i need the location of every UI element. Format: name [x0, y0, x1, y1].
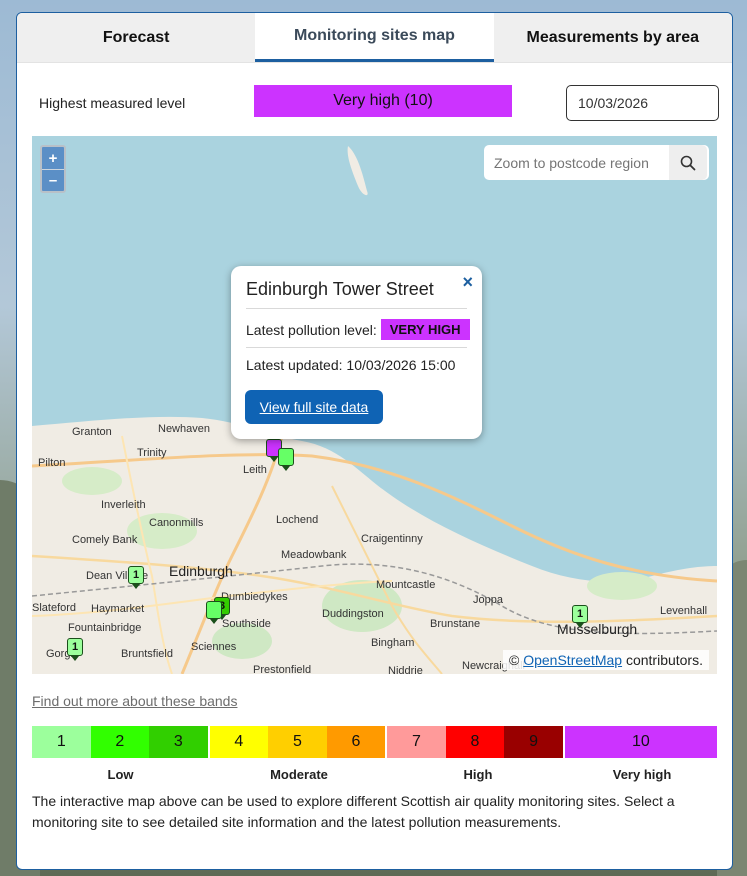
attribution-prefix: © [509, 652, 520, 668]
place-label: Musselburgh [557, 621, 638, 637]
band-label-high: High [463, 767, 493, 782]
marker-tip [270, 457, 278, 462]
place-label: Southside [222, 618, 271, 630]
site-marker[interactable]: 1 [572, 605, 590, 628]
marker-tip [576, 623, 584, 628]
postcode-search [484, 145, 709, 180]
marker-tip [132, 584, 140, 589]
scale-cell: 2 [90, 726, 150, 758]
search-button[interactable] [669, 145, 707, 180]
highest-level-row: Highest measured level Very high (10) [17, 85, 732, 123]
place-label: Inverleith [101, 499, 146, 511]
place-label: Brunstane [430, 618, 481, 630]
openstreetmap-link[interactable]: OpenStreetMap [523, 652, 622, 668]
band-label-low: Low [107, 767, 134, 782]
place-label: Joppa [473, 594, 503, 606]
marker-pin: 1 [128, 566, 144, 584]
place-label: Leith [243, 464, 267, 476]
divider [246, 308, 467, 309]
place-label: Canonmills [149, 517, 204, 529]
place-label: Edinburgh [169, 563, 233, 579]
popup-updated: Latest updated: 10/03/2026 15:00 [246, 357, 456, 373]
place-label: Lochend [276, 514, 319, 526]
place-label: Trinity [137, 447, 167, 459]
place-label: Bruntsfield [121, 648, 173, 660]
postcode-input[interactable] [484, 145, 669, 180]
scale-cell: 3 [149, 726, 208, 758]
place-label: Haymarket [91, 603, 145, 615]
tab-bar: Forecast Monitoring sites map Measuremen… [17, 13, 732, 63]
marker-tip [71, 656, 79, 661]
air-quality-panel: Forecast Monitoring sites map Measuremen… [16, 12, 733, 870]
place-label: Mountcastle [376, 579, 436, 591]
popup-level-badge: VERY HIGH [380, 319, 470, 340]
place-label: Bingham [371, 637, 415, 649]
marker-pin: 1 [67, 638, 83, 656]
bands-info-link[interactable]: Find out more about these bands [32, 693, 237, 709]
site-popup: × Edinburgh Tower Street Latest pollutio… [231, 266, 482, 439]
view-full-site-data-button[interactable]: View full site data [245, 390, 383, 424]
place-label: Pilton [38, 457, 66, 469]
place-label: Prestonfield [253, 664, 312, 674]
marker-pin [206, 601, 222, 619]
scale-cell: 5 [268, 726, 327, 758]
band-label-moderate: Moderate [270, 767, 328, 782]
scale-cell: 8 [445, 726, 505, 758]
map-description: The interactive map above can be used to… [32, 793, 675, 830]
attribution-suffix: contributors. [625, 652, 703, 668]
popup-level-label: Latest pollution level: [246, 321, 377, 338]
place-label: Fountainbridge [68, 622, 142, 634]
place-label: Granton [72, 426, 112, 438]
scale-cell: 4 [207, 726, 269, 758]
close-icon[interactable]: × [462, 272, 473, 293]
band-labels: Low Moderate High Very high [32, 767, 717, 785]
scale-cell: 9 [504, 726, 563, 758]
place-label: Slateford [32, 602, 77, 614]
zoom-out-button[interactable]: – [42, 169, 64, 191]
site-marker[interactable]: 1 [128, 566, 146, 589]
place-label: Comely Bank [72, 534, 138, 546]
marker-tip [210, 619, 218, 624]
divider [246, 347, 467, 348]
scale-cell: 6 [326, 726, 386, 758]
zoom-control: + – [40, 145, 66, 193]
band-label-very-high: Very high [612, 767, 672, 782]
monitoring-map[interactable]: Granton Newhaven Trinity Pilton Leith In… [32, 136, 717, 674]
scale-cell: 1 [32, 726, 91, 758]
scale-cell: 10 [562, 726, 717, 758]
search-icon [680, 155, 696, 170]
marker-tip [282, 466, 290, 471]
tab-forecast[interactable]: Forecast [17, 13, 256, 62]
highest-level-label: Highest measured level [39, 95, 186, 111]
place-label: Niddrie [388, 665, 423, 674]
zoom-in-button[interactable]: + [42, 147, 64, 169]
site-marker[interactable] [206, 601, 224, 624]
tab-monitoring-sites-map[interactable]: Monitoring sites map [255, 13, 494, 62]
scale-cell: 7 [385, 726, 446, 758]
site-marker[interactable]: 1 [67, 638, 85, 661]
marker-pin: 1 [572, 605, 588, 623]
place-label: Duddingston [322, 608, 384, 620]
highest-level-badge: Very high (10) [254, 85, 512, 117]
popup-title: Edinburgh Tower Street [246, 279, 434, 299]
place-label: Meadowbank [281, 549, 347, 561]
popup-level-row: Latest pollution level: VERY HIGH [246, 319, 470, 340]
place-label: Levenhall [660, 605, 708, 617]
pollution-scale: 1 2 3 4 5 6 7 8 9 10 [32, 726, 717, 758]
tab-measurements-by-area[interactable]: Measurements by area [493, 13, 732, 62]
date-field[interactable] [566, 85, 719, 121]
place-label: Sciennes [191, 641, 237, 653]
place-label: Newhaven [158, 423, 210, 435]
site-marker[interactable] [278, 448, 296, 471]
marker-pin [278, 448, 294, 466]
map-attribution: © OpenStreetMap contributors. [503, 650, 709, 670]
place-label: Craigentinny [361, 533, 423, 545]
